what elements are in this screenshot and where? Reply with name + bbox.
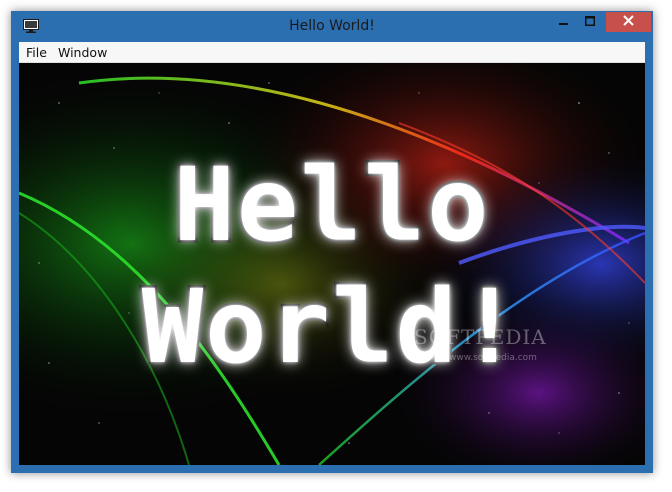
minimize-icon <box>559 13 569 31</box>
watermark-url: www.softpedia.com <box>449 353 537 363</box>
menu-bar: File Window <box>19 42 645 63</box>
close-icon <box>623 13 634 31</box>
title-bar[interactable]: Hello World! <box>11 11 653 42</box>
menu-file[interactable]: File <box>26 45 47 60</box>
menu-window[interactable]: Window <box>58 45 107 60</box>
hello-text: Hello <box>171 146 491 265</box>
content-canvas: Hello World! SOFTPEDIA www.softpedia.com <box>19 63 645 465</box>
maximize-button[interactable] <box>577 12 603 32</box>
watermark-logo: SOFTPEDIA <box>414 325 547 349</box>
close-button[interactable] <box>606 12 651 32</box>
world-text: World! <box>139 268 523 387</box>
minimize-button[interactable] <box>551 12 577 32</box>
app-window: Hello World! File Window Hello World! SO… <box>11 11 653 473</box>
maximize-icon <box>585 13 595 31</box>
